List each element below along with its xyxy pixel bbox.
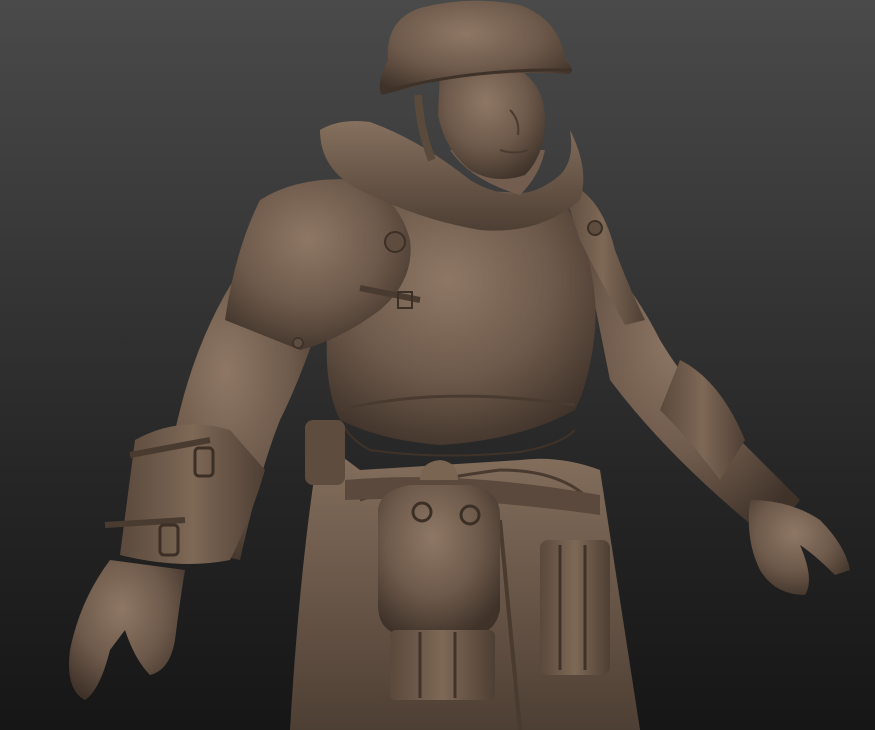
ammo-pouch-front	[390, 630, 495, 700]
sculpt-viewport[interactable]	[0, 0, 875, 730]
soldier-sculpt-render	[69, 0, 850, 730]
right-glove	[748, 500, 850, 595]
canteen	[378, 485, 500, 635]
rear-pouch	[305, 420, 345, 485]
left-glove	[69, 560, 185, 700]
ammo-pouch-side	[540, 540, 610, 675]
head	[438, 61, 545, 179]
